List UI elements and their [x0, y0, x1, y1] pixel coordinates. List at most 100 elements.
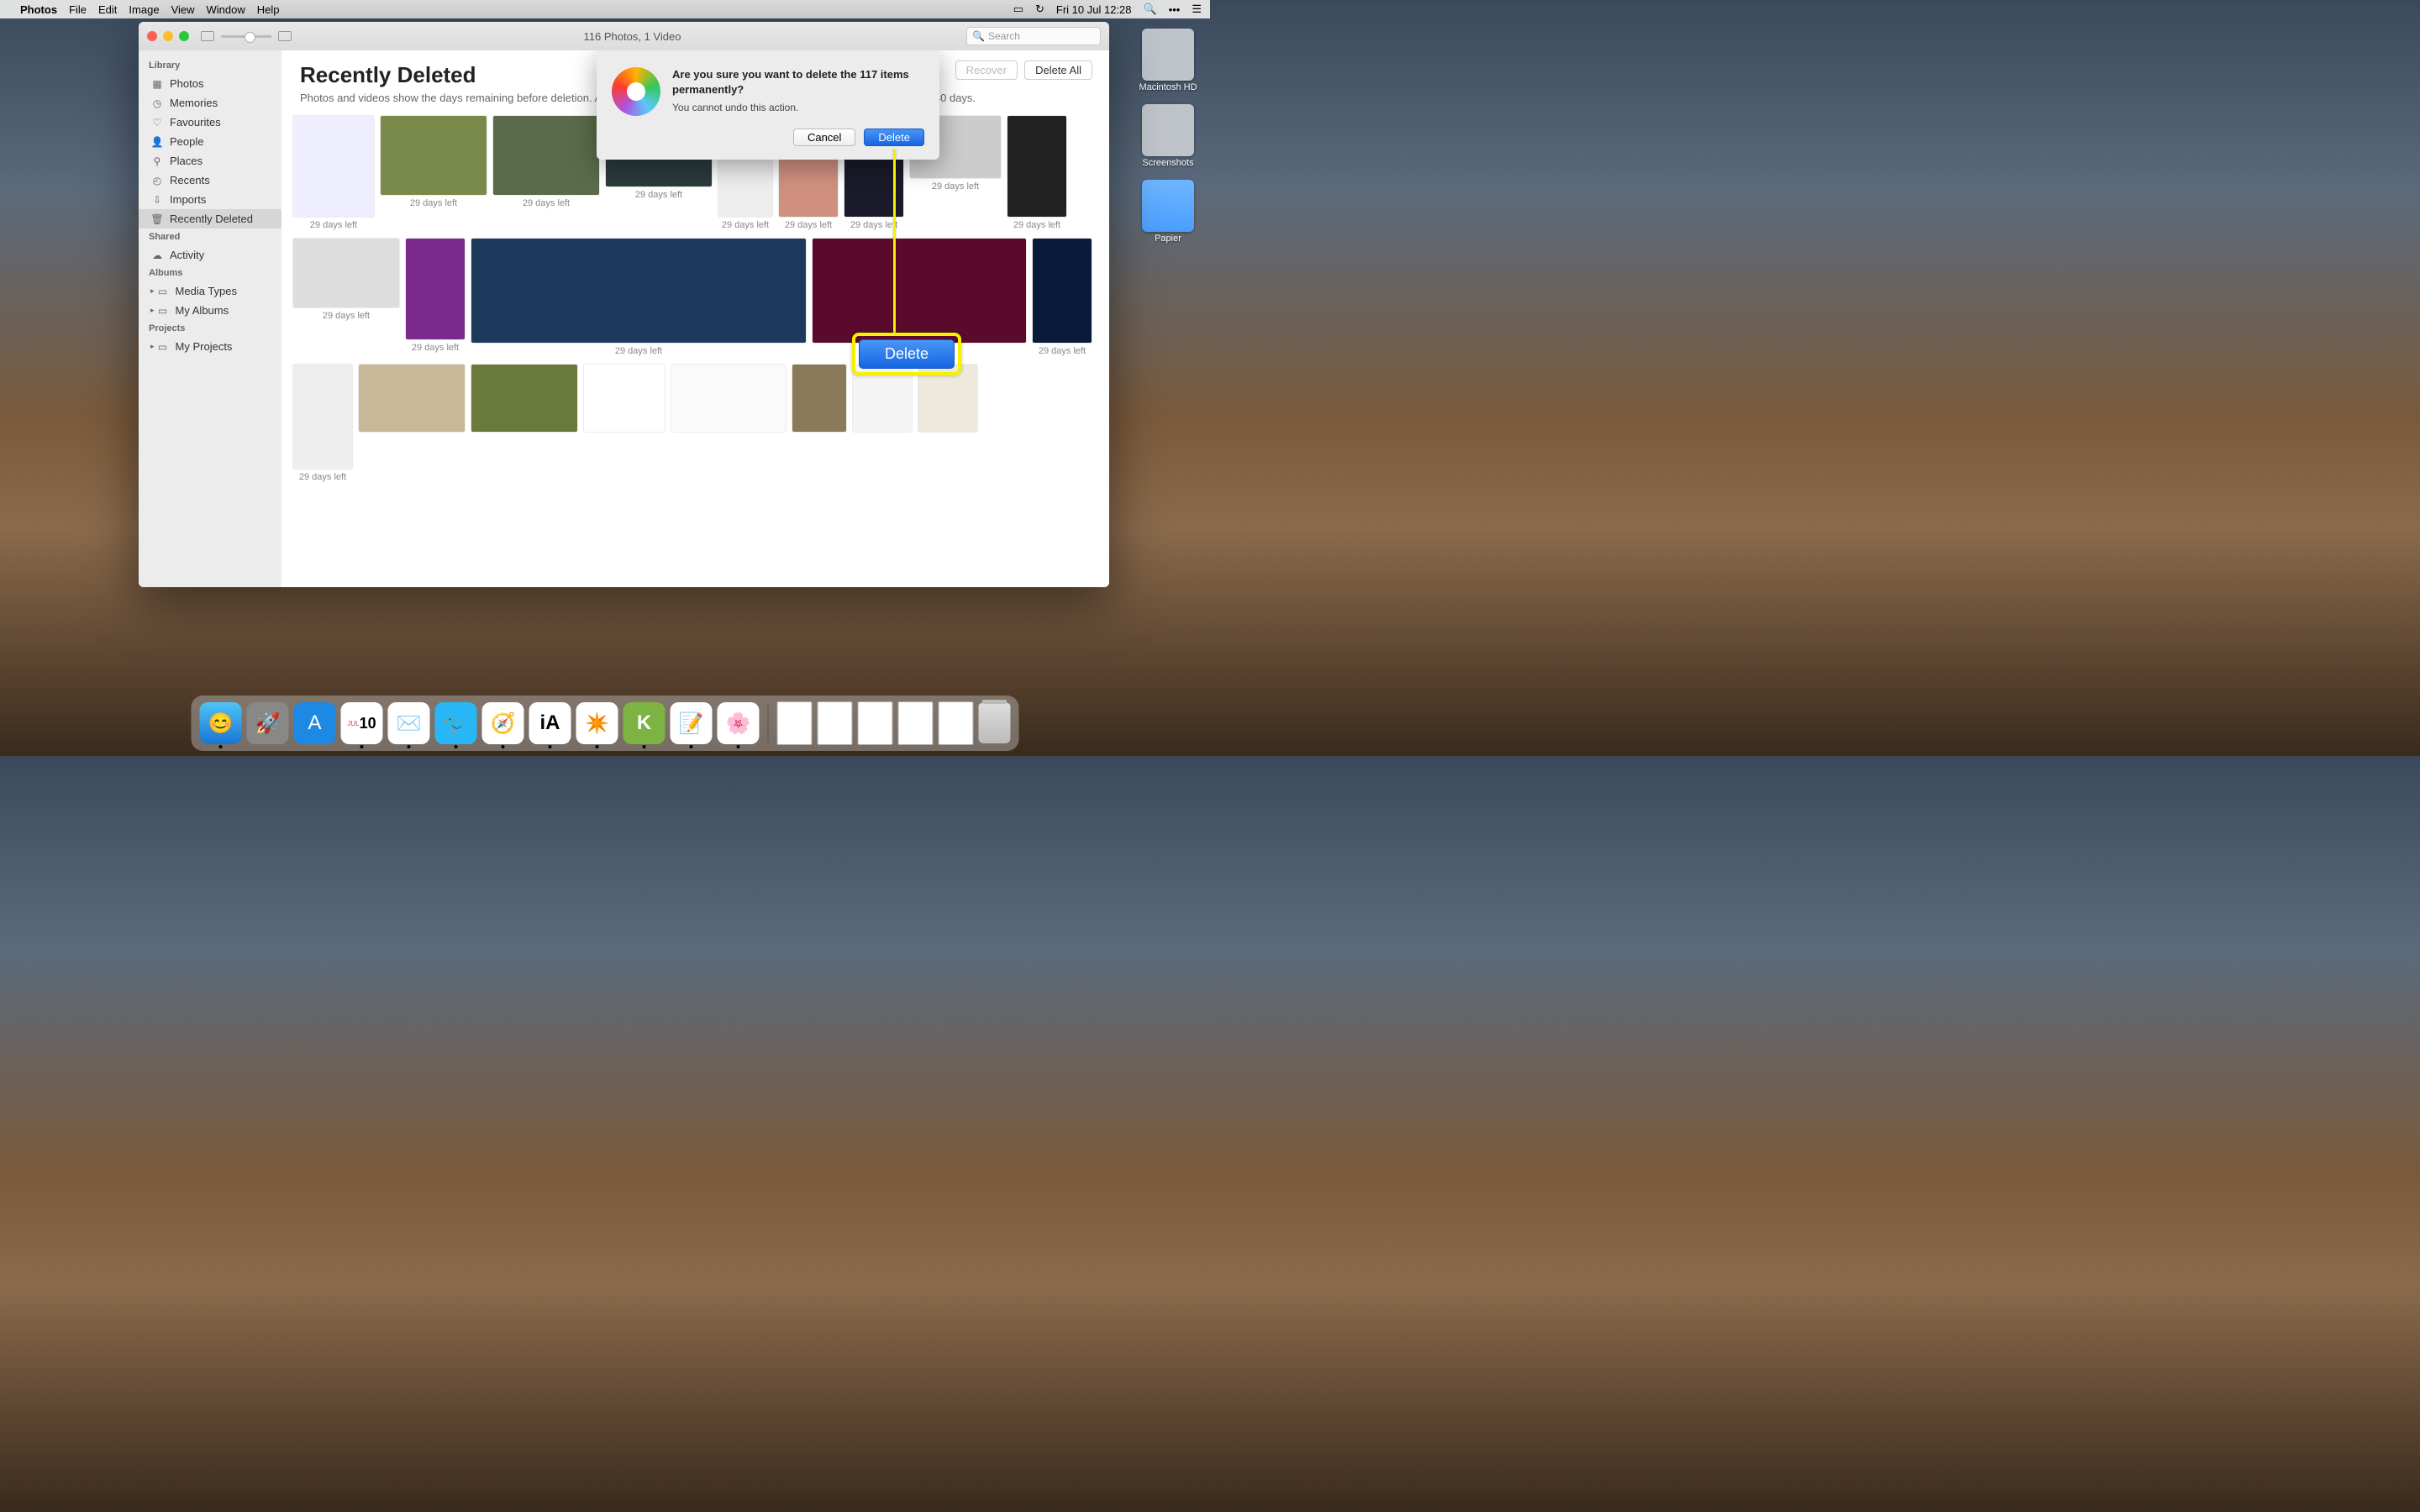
sidebar-section-albums: Albums	[139, 265, 281, 281]
thumbnail-image	[293, 365, 352, 469]
desktop-disk-macintosh-hd[interactable]	[1142, 29, 1194, 81]
sidebar-item-label: Recently Deleted	[170, 213, 253, 225]
thumbnail-image	[1007, 116, 1066, 217]
thumbnail-grid: 29 days left29 days left29 days left29 d…	[281, 111, 1109, 487]
siri-icon[interactable]: •••	[1169, 3, 1181, 16]
thumbnail-image	[1033, 239, 1092, 343]
thumbnail-image	[471, 239, 806, 343]
photos-app-icon	[612, 67, 660, 116]
notification-center-icon[interactable]: ☰	[1192, 3, 1202, 16]
dock-tweetbot[interactable]: 🐦	[435, 702, 477, 744]
dock-document[interactable]	[939, 701, 974, 745]
clock-icon: ◴	[150, 175, 164, 186]
sidebar-item-activity[interactable]: ☁Activity	[139, 245, 281, 265]
filter-icon[interactable]	[278, 31, 292, 41]
sidebar-item-photos[interactable]: ▦Photos	[139, 74, 281, 93]
recover-button[interactable]: Recover	[955, 60, 1018, 80]
dock-document[interactable]	[898, 701, 934, 745]
thumbnail-item[interactable]	[853, 365, 912, 482]
dock-document[interactable]	[777, 701, 813, 745]
thumbnail-image	[381, 116, 487, 195]
dock-notes[interactable]: 📝	[671, 702, 713, 744]
dock-slack[interactable]: ✴️	[576, 702, 618, 744]
thumbnail-item[interactable]: 29 days left	[493, 116, 599, 230]
app-menu[interactable]: Photos	[20, 3, 57, 16]
dock-app-k[interactable]: K	[623, 702, 666, 744]
sidebar-item-label: My Albums	[176, 304, 229, 317]
thumbnail-item[interactable]	[792, 365, 846, 482]
sheet-cancel-button[interactable]: Cancel	[793, 129, 855, 146]
menu-image[interactable]: Image	[129, 3, 159, 16]
thumbnail-image	[493, 116, 599, 195]
sidebar-item-recently-deleted[interactable]: 🗑Recently Deleted	[139, 209, 281, 228]
desktop-folder-papier[interactable]	[1142, 180, 1194, 232]
dock-photos[interactable]: 🌸	[718, 702, 760, 744]
screen-mirroring-icon[interactable]: ▭	[1013, 3, 1023, 16]
spotlight-icon[interactable]: 🔍	[1144, 3, 1157, 16]
thumbnail-item[interactable]	[918, 365, 977, 482]
dock-launchpad[interactable]: 🚀	[247, 702, 289, 744]
menubar-clock[interactable]: Fri 10 Jul 12:28	[1056, 3, 1132, 16]
dock-trash[interactable]	[979, 703, 1011, 743]
thumbnail-image	[359, 365, 465, 432]
thumbnail-item[interactable]: 29 days left	[293, 365, 352, 482]
thumbnail-image	[813, 239, 1026, 343]
sidebar-item-favourites[interactable]: ♡Favourites	[139, 113, 281, 132]
thumbnail-item[interactable]: 29 days left	[406, 239, 465, 356]
search-icon: 🔍	[972, 30, 985, 42]
desktop-disk-label: Macintosh HD	[1136, 82, 1200, 92]
thumbnail-image	[406, 239, 465, 339]
dock-appstore[interactable]: A	[294, 702, 336, 744]
sidebar-item-label: Memories	[170, 97, 218, 109]
menu-window[interactable]: Window	[207, 3, 245, 16]
thumbnail-item[interactable]: 29 days left	[293, 239, 399, 356]
zoom-button[interactable]	[179, 31, 189, 41]
delete-all-button[interactable]: Delete All	[1024, 60, 1092, 80]
dock-document[interactable]	[858, 701, 893, 745]
dock-ia-writer[interactable]: iA	[529, 702, 571, 744]
sidebar-item-media-types[interactable]: ▸▭Media Types	[139, 281, 281, 301]
sidebar-item-my-projects[interactable]: ▸▭My Projects	[139, 337, 281, 356]
thumbnail-item[interactable]	[671, 365, 786, 482]
thumbnail-item[interactable]: 29 days left	[1033, 239, 1092, 356]
sidebar-item-recents[interactable]: ◴Recents	[139, 171, 281, 190]
thumbnail-image	[584, 365, 665, 432]
sidebar-item-people[interactable]: 👤People	[139, 132, 281, 151]
sidebar-item-my-albums[interactable]: ▸▭My Albums	[139, 301, 281, 320]
thumbnail-item[interactable]: 29 days left	[381, 116, 487, 230]
thumbnail-image	[671, 365, 786, 432]
thumbnail-days-left: 29 days left	[310, 220, 357, 230]
sidebar-item-places[interactable]: ⚲Places	[139, 151, 281, 171]
sidebar-item-imports[interactable]: ⇩Imports	[139, 190, 281, 209]
main-content: Recover Delete All Recently Deleted Phot…	[281, 50, 1109, 587]
menu-file[interactable]: File	[69, 3, 87, 16]
menu-help[interactable]: Help	[257, 3, 280, 16]
thumbnail-image	[293, 239, 399, 307]
dock-mail[interactable]: ✉️	[388, 702, 430, 744]
search-field[interactable]: 🔍 Search	[966, 27, 1101, 45]
menu-view[interactable]: View	[171, 3, 195, 16]
minimize-button[interactable]	[163, 31, 173, 41]
thumbnail-image	[792, 365, 846, 432]
sidebar-toggle-icon[interactable]	[201, 31, 214, 41]
menu-edit[interactable]: Edit	[98, 3, 117, 16]
dock-calendar[interactable]: JUL10	[341, 702, 383, 744]
thumbnail-item[interactable]	[359, 365, 465, 482]
thumbnail-item[interactable]: 29 days left	[293, 116, 374, 230]
thumbnail-days-left: 29 days left	[1013, 220, 1060, 230]
chevron-right-icon: ▸	[150, 286, 155, 296]
dock-document[interactable]	[818, 701, 853, 745]
thumbnail-item[interactable]	[471, 365, 577, 482]
window-title: 116 Photos, 1 Video	[298, 30, 966, 43]
sidebar-item-memories[interactable]: ◷Memories	[139, 93, 281, 113]
desktop-folder-screenshots[interactable]	[1142, 104, 1194, 156]
time-machine-icon[interactable]: ↻	[1035, 3, 1044, 16]
thumbnail-item[interactable]: 29 days left	[471, 239, 806, 356]
thumbnail-item[interactable]: 29 days left	[1007, 116, 1066, 230]
dock-finder[interactable]: 😊	[200, 702, 242, 744]
close-button[interactable]	[147, 31, 157, 41]
sheet-delete-button[interactable]: Delete	[864, 129, 924, 146]
thumbnail-size-slider[interactable]	[221, 35, 271, 38]
dock-safari[interactable]: 🧭	[482, 702, 524, 744]
thumbnail-item[interactable]	[584, 365, 665, 482]
